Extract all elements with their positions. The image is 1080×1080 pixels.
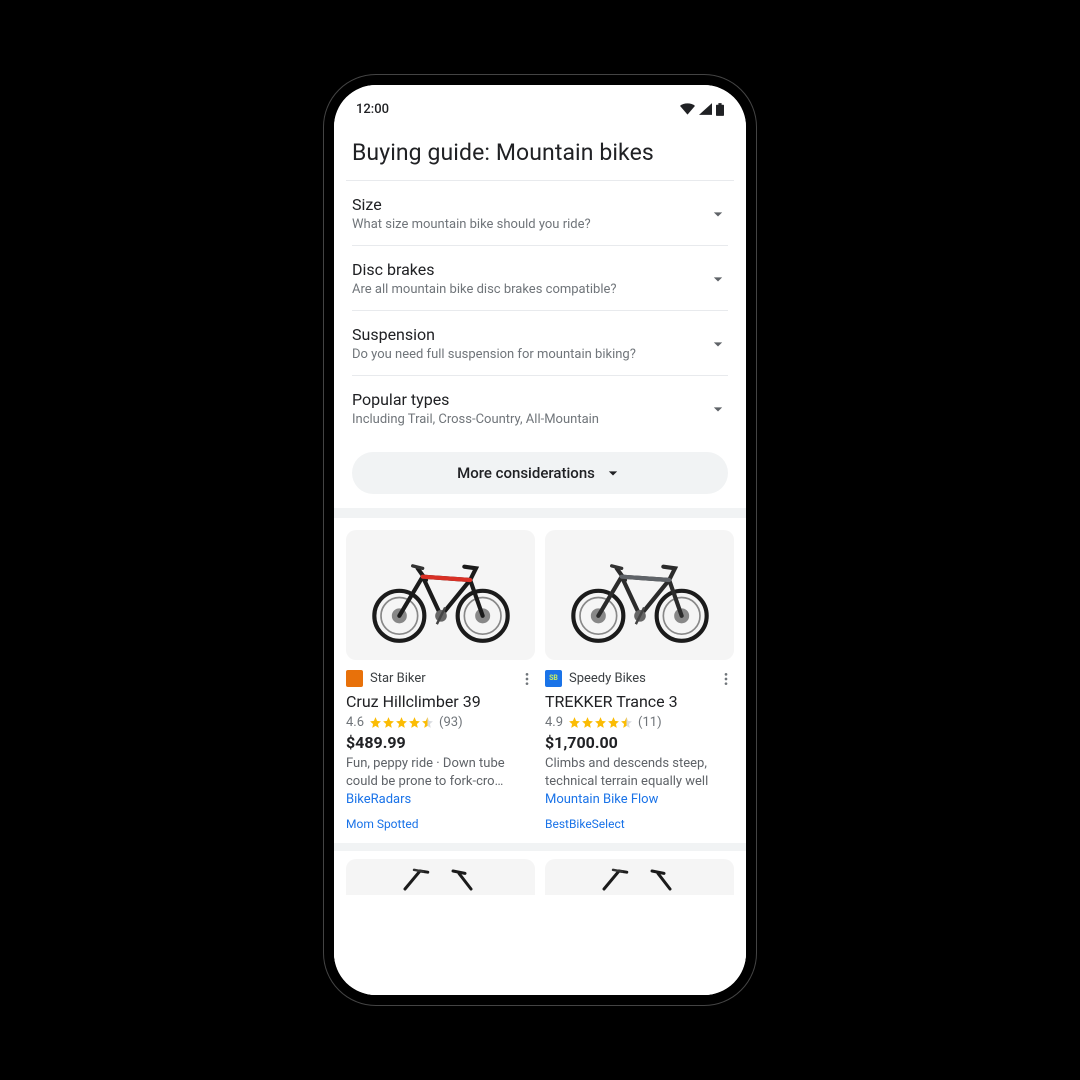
- accordion-item-suspension[interactable]: Suspension Do you need full suspension f…: [352, 311, 728, 376]
- accordion-item-disc-brakes[interactable]: Disc brakes Are all mountain bike disc b…: [352, 246, 728, 311]
- product-grid: Star Biker Cruz Hillclimber 39 4.6: [334, 518, 746, 831]
- section-separator: [334, 508, 746, 518]
- content-scroll[interactable]: Buying guide: Mountain bikes Size What s…: [334, 123, 746, 995]
- accordion-subtitle: Including Trail, Cross-Country, All-Moun…: [352, 412, 698, 427]
- product-card-peek[interactable]: [346, 859, 535, 895]
- source-link[interactable]: Mom Spotted: [346, 817, 535, 831]
- product-card[interactable]: SB Speedy Bikes TREKKER Trance 3 4.9: [545, 530, 734, 831]
- section-separator: [334, 843, 746, 851]
- seller-badge: [346, 670, 363, 687]
- wifi-icon: [680, 103, 695, 115]
- star-rating: [568, 716, 633, 729]
- review-count: (11): [638, 715, 662, 730]
- product-price: $489.99: [346, 733, 535, 752]
- more-vert-icon[interactable]: [519, 671, 535, 687]
- accordion-list: Size What size mountain bike should you …: [334, 181, 746, 440]
- chevron-down-icon: [708, 399, 728, 419]
- status-time: 12:00: [356, 102, 389, 117]
- page-title: Buying guide: Mountain bikes: [334, 123, 746, 180]
- status-icons: [680, 103, 724, 116]
- product-description: Fun, peppy ride · Down tube could be pro…: [346, 755, 535, 790]
- source-link[interactable]: Mountain Bike Flow: [545, 792, 734, 807]
- more-considerations-button[interactable]: More considerations: [352, 452, 728, 494]
- rating-value: 4.6: [346, 715, 364, 730]
- product-price: $1,700.00: [545, 733, 734, 752]
- status-bar: 12:00: [334, 85, 746, 123]
- more-button-label: More considerations: [457, 464, 595, 482]
- seller-name: Star Biker: [370, 671, 512, 686]
- product-card-peek[interactable]: [545, 859, 734, 895]
- source-link[interactable]: BestBikeSelect: [545, 817, 734, 831]
- chevron-down-icon: [708, 334, 728, 354]
- product-description: Climbs and descends steep, technical ter…: [545, 755, 734, 790]
- peek-row: [334, 859, 746, 895]
- accordion-subtitle: Are all mountain bike disc brakes compat…: [352, 282, 698, 297]
- accordion-subtitle: What size mountain bike should you ride?: [352, 217, 698, 232]
- accordion-subtitle: Do you need full suspension for mountain…: [352, 347, 698, 362]
- phone-frame: 12:00 Buying guide: Mountain bikes Size …: [324, 75, 756, 1005]
- star-rating: [369, 716, 434, 729]
- accordion-title: Popular types: [352, 390, 698, 409]
- screen: 12:00 Buying guide: Mountain bikes Size …: [334, 85, 746, 995]
- rating-row: 4.6 (93): [346, 715, 535, 730]
- chevron-down-icon: [708, 269, 728, 289]
- review-count: (93): [439, 715, 463, 730]
- source-link[interactable]: BikeRadars: [346, 792, 535, 807]
- rating-value: 4.9: [545, 715, 563, 730]
- more-vert-icon[interactable]: [718, 671, 734, 687]
- chevron-down-icon: [708, 204, 728, 224]
- chevron-down-icon: [603, 463, 623, 483]
- bike-illustration: [356, 545, 526, 645]
- accordion-title: Suspension: [352, 325, 698, 344]
- product-name: Cruz Hillclimber 39: [346, 692, 535, 711]
- accordion-title: Disc brakes: [352, 260, 698, 279]
- accordion-item-size[interactable]: Size What size mountain bike should you …: [352, 181, 728, 246]
- rating-row: 4.9 (11): [545, 715, 734, 730]
- accordion-item-popular-types[interactable]: Popular types Including Trail, Cross-Cou…: [352, 376, 728, 440]
- battery-icon: [716, 103, 724, 116]
- bike-illustration: [555, 545, 725, 645]
- seller-name: Speedy Bikes: [569, 671, 711, 686]
- product-image: [545, 530, 734, 660]
- product-name: TREKKER Trance 3: [545, 692, 734, 711]
- seller-badge: SB: [545, 670, 562, 687]
- cell-signal-icon: [699, 103, 712, 115]
- accordion-title: Size: [352, 195, 698, 214]
- product-image: [346, 530, 535, 660]
- product-card[interactable]: Star Biker Cruz Hillclimber 39 4.6: [346, 530, 535, 831]
